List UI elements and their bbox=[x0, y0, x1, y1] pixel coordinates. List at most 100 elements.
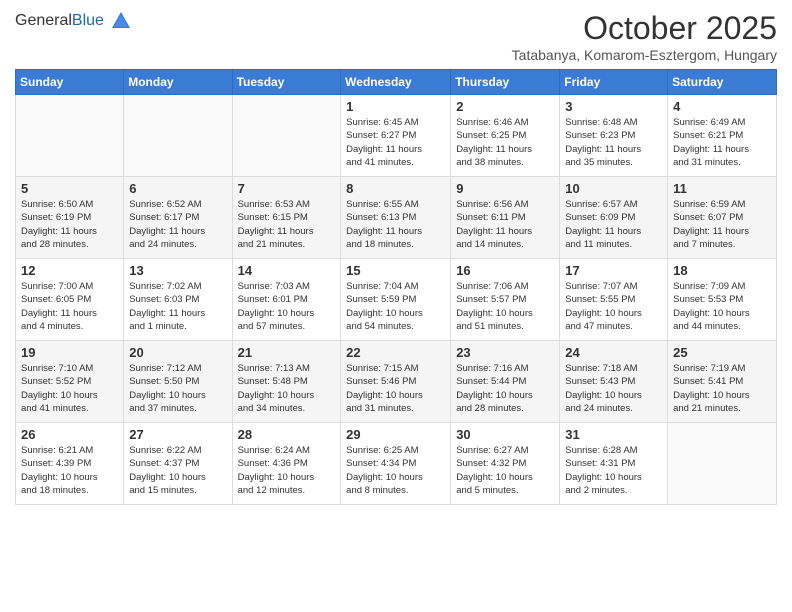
col-wednesday: Wednesday bbox=[341, 70, 451, 95]
day-info: Sunrise: 7:03 AM Sunset: 6:01 PM Dayligh… bbox=[238, 280, 336, 333]
day-info: Sunrise: 7:02 AM Sunset: 6:03 PM Dayligh… bbox=[129, 280, 226, 333]
month-title: October 2025 bbox=[512, 10, 777, 47]
calendar-cell: 14 Sunrise: 7:03 AM Sunset: 6:01 PM Dayli… bbox=[232, 259, 341, 341]
logo-general-text: General bbox=[15, 12, 72, 29]
calendar-table: Sunday Monday Tuesday Wednesday Thursday… bbox=[15, 69, 777, 505]
calendar-cell: 10 Sunrise: 6:57 AM Sunset: 6:09 PM Dayli… bbox=[560, 177, 668, 259]
calendar-week-1: 1 Sunrise: 6:45 AM Sunset: 6:27 PM Daylig… bbox=[16, 95, 777, 177]
calendar-cell: 25 Sunrise: 7:19 AM Sunset: 5:41 PM Dayli… bbox=[668, 341, 777, 423]
calendar-cell: 27 Sunrise: 6:22 AM Sunset: 4:37 PM Dayli… bbox=[124, 423, 232, 505]
logo-blue-text: Blue bbox=[72, 12, 104, 29]
day-info: Sunrise: 6:50 AM Sunset: 6:19 PM Dayligh… bbox=[21, 198, 118, 251]
day-info: Sunrise: 7:07 AM Sunset: 5:55 PM Dayligh… bbox=[565, 280, 662, 333]
calendar-week-5: 26Sunrise: 6:21 AM Sunset: 4:39 PM Dayli… bbox=[16, 423, 777, 505]
calendar-week-2: 5Sunrise: 6:50 AM Sunset: 6:19 PM Daylig… bbox=[16, 177, 777, 259]
day-info: Sunrise: 6:59 AM Sunset: 6:07 PM Dayligh… bbox=[673, 198, 771, 251]
calendar-cell: 18 Sunrise: 7:09 AM Sunset: 5:53 PM Dayli… bbox=[668, 259, 777, 341]
day-info: Sunrise: 6:25 AM Sunset: 4:34 PM Dayligh… bbox=[346, 444, 445, 497]
day-number: 22 bbox=[346, 345, 445, 360]
day-number: 9 bbox=[456, 181, 554, 196]
day-number: 31 bbox=[565, 427, 662, 442]
col-friday: Friday bbox=[560, 70, 668, 95]
col-tuesday: Tuesday bbox=[232, 70, 341, 95]
page-container: GeneralBlue October 2025 Tatabanya, Koma… bbox=[0, 0, 792, 612]
calendar-cell: 2Sunrise: 6:46 AM Sunset: 6:25 PM Daylig… bbox=[451, 95, 560, 177]
day-info: Sunrise: 6:22 AM Sunset: 4:37 PM Dayligh… bbox=[129, 444, 226, 497]
location-text: Tatabanya, Komarom-Esztergom, Hungary bbox=[512, 47, 777, 63]
day-number: 30 bbox=[456, 427, 554, 442]
calendar-cell: 17Sunrise: 7:07 AM Sunset: 5:55 PM Dayli… bbox=[560, 259, 668, 341]
col-thursday: Thursday bbox=[451, 70, 560, 95]
day-info: Sunrise: 6:45 AM Sunset: 6:27 PM Dayligh… bbox=[346, 116, 445, 169]
day-info: Sunrise: 6:46 AM Sunset: 6:25 PM Dayligh… bbox=[456, 116, 554, 169]
calendar-cell bbox=[124, 95, 232, 177]
calendar-cell bbox=[232, 95, 341, 177]
day-number: 1 bbox=[346, 99, 445, 114]
day-number: 29 bbox=[346, 427, 445, 442]
day-info: Sunrise: 7:19 AM Sunset: 5:41 PM Dayligh… bbox=[673, 362, 771, 415]
calendar-cell: 29 Sunrise: 6:25 AM Sunset: 4:34 PM Dayli… bbox=[341, 423, 451, 505]
day-info: Sunrise: 7:15 AM Sunset: 5:46 PM Dayligh… bbox=[346, 362, 445, 415]
calendar-cell: 12Sunrise: 7:00 AM Sunset: 6:05 PM Dayli… bbox=[16, 259, 124, 341]
day-info: Sunrise: 6:48 AM Sunset: 6:23 PM Dayligh… bbox=[565, 116, 662, 169]
calendar-cell: 26Sunrise: 6:21 AM Sunset: 4:39 PM Dayli… bbox=[16, 423, 124, 505]
calendar-cell: 4 Sunrise: 6:49 AM Sunset: 6:21 PM Daylig… bbox=[668, 95, 777, 177]
calendar-week-3: 12Sunrise: 7:00 AM Sunset: 6:05 PM Dayli… bbox=[16, 259, 777, 341]
day-number: 16 bbox=[456, 263, 554, 278]
day-number: 28 bbox=[238, 427, 336, 442]
day-number: 11 bbox=[673, 181, 771, 196]
title-block: October 2025 Tatabanya, Komarom-Esztergo… bbox=[512, 10, 777, 63]
day-info: Sunrise: 7:13 AM Sunset: 5:48 PM Dayligh… bbox=[238, 362, 336, 415]
calendar-cell: 3Sunrise: 6:48 AM Sunset: 6:23 PM Daylig… bbox=[560, 95, 668, 177]
calendar-cell: 22 Sunrise: 7:15 AM Sunset: 5:46 PM Dayli… bbox=[341, 341, 451, 423]
calendar-cell: 8Sunrise: 6:55 AM Sunset: 6:13 PM Daylig… bbox=[341, 177, 451, 259]
day-number: 6 bbox=[129, 181, 226, 196]
col-saturday: Saturday bbox=[668, 70, 777, 95]
day-number: 14 bbox=[238, 263, 336, 278]
day-number: 27 bbox=[129, 427, 226, 442]
col-sunday: Sunday bbox=[16, 70, 124, 95]
calendar-cell: 30Sunrise: 6:27 AM Sunset: 4:32 PM Dayli… bbox=[451, 423, 560, 505]
calendar-cell: 9 Sunrise: 6:56 AM Sunset: 6:11 PM Daylig… bbox=[451, 177, 560, 259]
day-info: Sunrise: 6:56 AM Sunset: 6:11 PM Dayligh… bbox=[456, 198, 554, 251]
calendar-cell: 24 Sunrise: 7:18 AM Sunset: 5:43 PM Dayli… bbox=[560, 341, 668, 423]
calendar-cell: 7 Sunrise: 6:53 AM Sunset: 6:15 PM Daylig… bbox=[232, 177, 341, 259]
day-info: Sunrise: 6:49 AM Sunset: 6:21 PM Dayligh… bbox=[673, 116, 771, 169]
day-info: Sunrise: 7:00 AM Sunset: 6:05 PM Dayligh… bbox=[21, 280, 118, 333]
calendar-cell: 21 Sunrise: 7:13 AM Sunset: 5:48 PM Dayli… bbox=[232, 341, 341, 423]
day-number: 25 bbox=[673, 345, 771, 360]
calendar-cell: 28 Sunrise: 6:24 AM Sunset: 4:36 PM Dayli… bbox=[232, 423, 341, 505]
calendar-cell: 11 Sunrise: 6:59 AM Sunset: 6:07 PM Dayli… bbox=[668, 177, 777, 259]
day-number: 24 bbox=[565, 345, 662, 360]
day-number: 18 bbox=[673, 263, 771, 278]
page-header: GeneralBlue October 2025 Tatabanya, Koma… bbox=[15, 10, 777, 63]
day-number: 23 bbox=[456, 345, 554, 360]
day-number: 20 bbox=[129, 345, 226, 360]
day-info: Sunrise: 6:21 AM Sunset: 4:39 PM Dayligh… bbox=[21, 444, 118, 497]
day-number: 15 bbox=[346, 263, 445, 278]
logo-icon bbox=[110, 10, 132, 32]
day-number: 8 bbox=[346, 181, 445, 196]
day-info: Sunrise: 6:24 AM Sunset: 4:36 PM Dayligh… bbox=[238, 444, 336, 497]
day-number: 4 bbox=[673, 99, 771, 114]
day-info: Sunrise: 6:57 AM Sunset: 6:09 PM Dayligh… bbox=[565, 198, 662, 251]
calendar-cell bbox=[16, 95, 124, 177]
calendar-cell: 31 Sunrise: 6:28 AM Sunset: 4:31 PM Dayli… bbox=[560, 423, 668, 505]
calendar-cell bbox=[668, 423, 777, 505]
day-info: Sunrise: 7:16 AM Sunset: 5:44 PM Dayligh… bbox=[456, 362, 554, 415]
day-info: Sunrise: 6:28 AM Sunset: 4:31 PM Dayligh… bbox=[565, 444, 662, 497]
calendar-cell: 13Sunrise: 7:02 AM Sunset: 6:03 PM Dayli… bbox=[124, 259, 232, 341]
calendar-header-row: Sunday Monday Tuesday Wednesday Thursday… bbox=[16, 70, 777, 95]
day-info: Sunrise: 7:18 AM Sunset: 5:43 PM Dayligh… bbox=[565, 362, 662, 415]
day-number: 7 bbox=[238, 181, 336, 196]
day-info: Sunrise: 6:53 AM Sunset: 6:15 PM Dayligh… bbox=[238, 198, 336, 251]
day-number: 21 bbox=[238, 345, 336, 360]
day-info: Sunrise: 7:09 AM Sunset: 5:53 PM Dayligh… bbox=[673, 280, 771, 333]
logo: GeneralBlue bbox=[15, 10, 132, 32]
calendar-cell: 23 Sunrise: 7:16 AM Sunset: 5:44 PM Dayli… bbox=[451, 341, 560, 423]
calendar-cell: 15Sunrise: 7:04 AM Sunset: 5:59 PM Dayli… bbox=[341, 259, 451, 341]
day-number: 10 bbox=[565, 181, 662, 196]
calendar-week-4: 19Sunrise: 7:10 AM Sunset: 5:52 PM Dayli… bbox=[16, 341, 777, 423]
day-info: Sunrise: 7:12 AM Sunset: 5:50 PM Dayligh… bbox=[129, 362, 226, 415]
calendar-cell: 19Sunrise: 7:10 AM Sunset: 5:52 PM Dayli… bbox=[16, 341, 124, 423]
